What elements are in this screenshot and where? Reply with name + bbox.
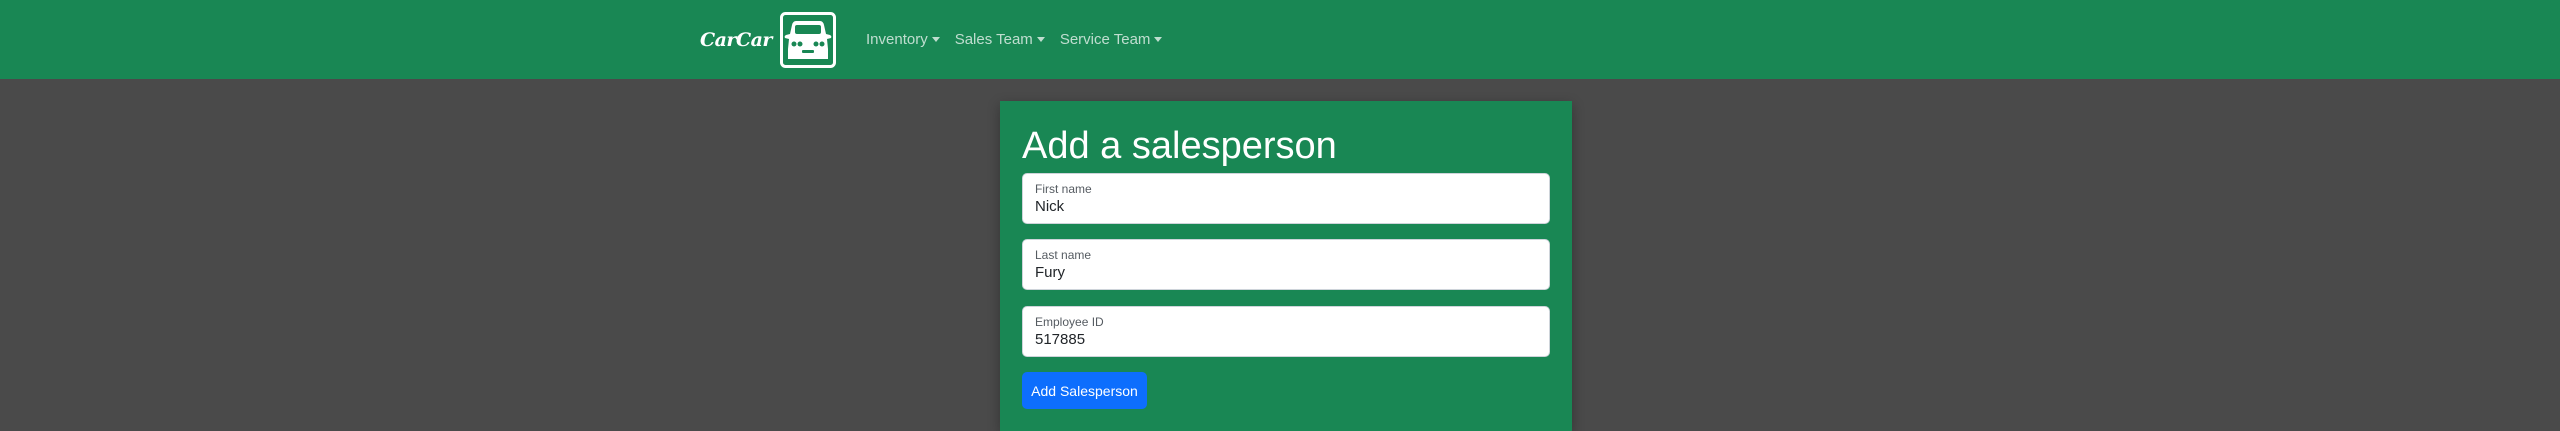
car-icon [779, 12, 836, 68]
first-name-field[interactable]: First name Nick [1022, 173, 1550, 224]
form-title: Add a salesperson [1022, 125, 1337, 167]
first-name-label: First name [1035, 182, 1092, 196]
first-name-input[interactable]: Nick [1035, 198, 1535, 215]
last-name-field[interactable]: Last name Fury [1022, 239, 1550, 290]
nav-inventory-dropdown[interactable]: Inventory [866, 31, 940, 48]
nav-sales-team-dropdown[interactable]: Sales Team [955, 31, 1045, 48]
employee-id-field[interactable]: Employee ID 517885 [1022, 306, 1550, 357]
employee-id-label: Employee ID [1035, 315, 1104, 329]
add-salesperson-card: Add a salesperson First name Nick Last n… [1000, 101, 1572, 431]
nav-service-team-label: Service Team [1059, 31, 1151, 48]
nav-service-team-dropdown[interactable]: Service Team [1060, 31, 1163, 48]
caret-down-icon [931, 37, 940, 42]
caret-down-icon [1036, 37, 1045, 42]
add-salesperson-button[interactable]: Add Salesperson [1022, 372, 1147, 409]
nav-menu: Inventory Sales Team Service Team [866, 0, 1177, 79]
brand-link[interactable]: CarCar [700, 12, 836, 68]
brand-name: CarCar [700, 29, 772, 51]
nav-inventory-label: Inventory [866, 31, 928, 48]
caret-down-icon [1154, 37, 1163, 42]
top-navbar: CarCar Inventory Sales Team Service Team [0, 0, 2560, 79]
last-name-label: Last name [1035, 248, 1092, 262]
employee-id-input[interactable]: 517885 [1035, 331, 1535, 348]
last-name-input[interactable]: Fury [1035, 264, 1535, 281]
nav-sales-team-label: Sales Team [954, 31, 1033, 48]
